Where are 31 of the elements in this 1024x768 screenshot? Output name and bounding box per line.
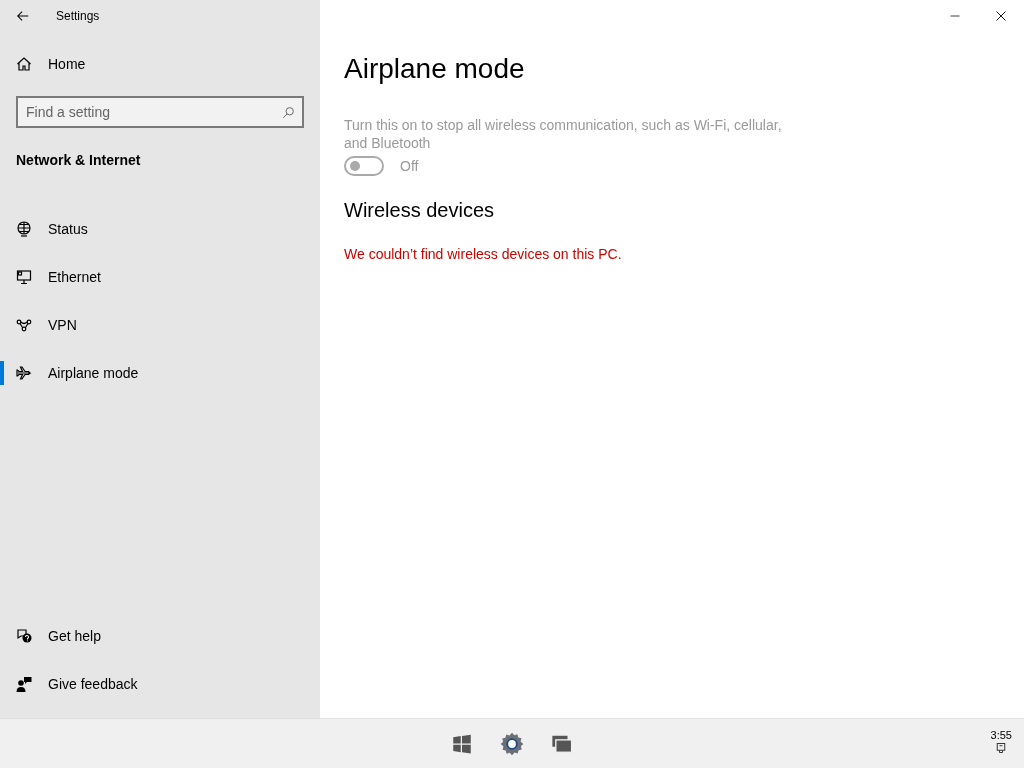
nav-item[interactable]: Airplane mode [0, 349, 320, 397]
section-heading: Wireless devices [344, 197, 496, 222]
monitor-icon [16, 269, 32, 285]
back-arrow-icon [16, 9, 30, 23]
airplane-icon [16, 365, 32, 381]
page-title: Airplane mode [344, 52, 526, 86]
feedback-icon [16, 676, 32, 692]
gear-icon [500, 731, 524, 756]
description-text: Turn this on to stop all wireless communication, such as Wi-Fi, cellular, and Bluetooth [344, 115, 783, 152]
settings-taskbar-button[interactable] [499, 730, 525, 757]
toggle-state-label: Off [400, 156, 419, 175]
home-nav-item[interactable]: Home [0, 40, 320, 88]
nav-item[interactable]: Status [0, 205, 320, 253]
vpn-icon [16, 317, 32, 333]
error-message: We couldn’t find wireless devices on this PC. [344, 244, 623, 264]
close-icon [995, 10, 1007, 22]
nav-item[interactable]: VPN [0, 301, 320, 349]
search-icon [282, 106, 295, 119]
notification-icon [995, 742, 1008, 754]
back-button[interactable] [16, 9, 30, 23]
windows-logo-icon [452, 733, 472, 754]
help-chat-icon [16, 628, 32, 644]
footer-link[interactable]: Give feedback [0, 660, 320, 708]
home-icon [16, 56, 32, 72]
footer-link[interactable]: Get help [0, 612, 320, 660]
globe-icon [16, 221, 32, 237]
section-heading: Network & Internet [15, 151, 142, 170]
nav-item[interactable]: Ethernet [0, 253, 320, 301]
clock-text: 3:55 [990, 729, 1012, 742]
window-title: Settings [56, 8, 100, 25]
search-field[interactable]: Find a setting [16, 96, 304, 128]
